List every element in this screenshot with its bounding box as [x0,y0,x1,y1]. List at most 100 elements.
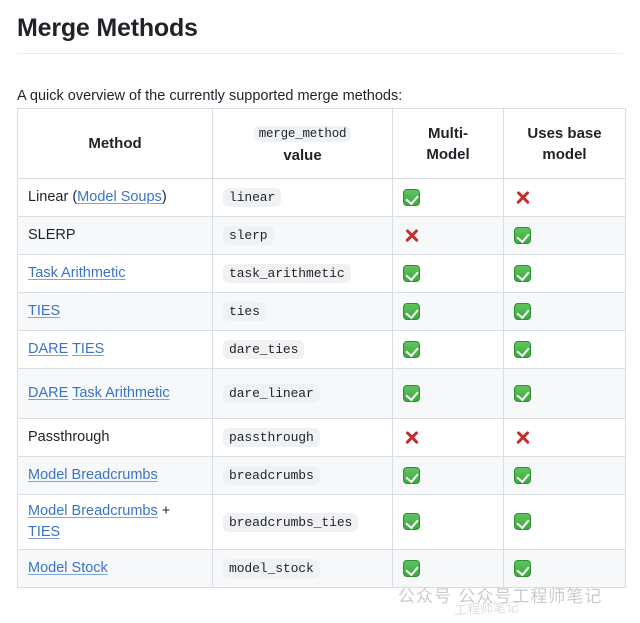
cell-multi-model [393,457,504,495]
merge-method-value-chip: dare_linear [223,384,320,403]
cell-merge-method-value: breadcrumbs_ties [213,495,393,550]
merge-method-value-chip: dare_ties [223,340,304,359]
column-header-uses-base-model-line2: model [514,144,615,165]
check-square-icon [514,385,531,402]
check-square-icon [514,303,531,320]
method-link[interactable]: DARE [28,385,68,401]
cell-method: Task Arithmetic [18,255,213,293]
cell-multi-model [393,369,504,419]
column-header-multi-model-line2: Model [403,144,493,165]
cell-multi-model [393,217,504,255]
method-link[interactable]: Task Arithmetic [72,385,170,401]
cell-uses-base-model [504,457,626,495]
check-square-icon [514,227,531,244]
cell-uses-base-model [504,369,626,419]
method-link[interactable]: Model Breadcrumbs [28,467,158,483]
cell-method: SLERP [18,217,213,255]
check-square-icon [514,265,531,282]
table-row: Model Stock model_stock [18,550,626,588]
merge-method-value-chip: task_arithmetic [223,264,351,283]
title-divider [17,53,623,54]
cell-uses-base-model [504,495,626,550]
cell-method: Linear (Model Soups) [18,179,213,217]
column-header-multi-model[interactable]: Multi- Model [393,109,504,179]
column-header-uses-base-model[interactable]: Uses base model [504,109,626,179]
table-row: SLERP slerp [18,217,626,255]
table-row: Task Arithmetic task_arithmetic [18,255,626,293]
watermark-text-secondary: 工程师笔记 [454,596,520,618]
table-row: Linear (Model Soups) linear [18,179,626,217]
column-header-method-label: Method [88,135,141,152]
check-square-icon [403,265,420,282]
cell-method: Passthrough [18,419,213,457]
method-link[interactable]: Model Stock [28,560,108,576]
cell-merge-method-value: breadcrumbs [213,457,393,495]
method-link[interactable]: TIES [28,303,60,319]
cell-method: Model Stock [18,550,213,588]
cell-merge-method-value: passthrough [213,419,393,457]
cell-method: Model Breadcrumbs [18,457,213,495]
page-title: Merge Methods [17,12,198,44]
document-page: Merge Methods A quick overview of the cu… [0,0,640,623]
check-square-icon [403,467,420,484]
method-text: ) [162,189,167,205]
check-square-icon [514,560,531,577]
merge-methods-table: Method merge_method value Multi- Model U… [17,108,626,588]
cell-merge-method-value: ties [213,293,393,331]
merge-method-value-chip: linear [223,188,281,207]
method-link[interactable]: TIES [28,524,60,540]
table-header: Method merge_method value Multi- Model U… [18,109,626,179]
method-text: SLERP [28,227,76,243]
cell-merge-method-value: task_arithmetic [213,255,393,293]
method-text: Linear ( [28,189,77,205]
check-square-icon [403,189,420,206]
cell-multi-model [393,255,504,293]
cell-uses-base-model [504,550,626,588]
method-link[interactable]: DARE [28,341,68,357]
table-row: TIES ties [18,293,626,331]
cell-method: TIES [18,293,213,331]
cell-method: DARE TIES [18,331,213,369]
table-row: Model Breadcrumbs + TIES breadcrumbs_ties [18,495,626,550]
cell-multi-model [393,550,504,588]
check-square-icon [514,513,531,530]
merge-method-value-chip: slerp [223,226,274,245]
cell-merge-method-value: dare_ties [213,331,393,369]
check-square-icon [514,467,531,484]
method-text: Passthrough [28,429,109,445]
merge-method-value-chip: breadcrumbs [223,466,320,485]
column-header-value-label: value [223,145,382,166]
cell-method: DARE Task Arithmetic [18,369,213,419]
cell-merge-method-value: slerp [213,217,393,255]
method-link[interactable]: Model Breadcrumbs [28,503,158,519]
cell-uses-base-model [504,179,626,217]
cell-multi-model [393,179,504,217]
method-link[interactable]: Task Arithmetic [28,265,126,281]
column-header-uses-base-model-line1: Uses base [514,123,615,144]
cell-uses-base-model [504,255,626,293]
intro-paragraph: A quick overview of the currently suppor… [17,85,402,107]
cross-mark-icon [403,227,420,244]
cell-uses-base-model [504,331,626,369]
column-header-merge-method-value[interactable]: merge_method value [213,109,393,179]
cell-multi-model [393,419,504,457]
cell-multi-model [393,331,504,369]
cross-mark-icon [514,189,531,206]
check-square-icon [514,341,531,358]
method-link[interactable]: TIES [72,341,104,357]
merge-method-value-chip: ties [223,302,266,321]
cell-uses-base-model [504,419,626,457]
column-header-method[interactable]: Method [18,109,213,179]
table-row: Model Breadcrumbs breadcrumbs [18,457,626,495]
method-text: + [158,503,171,519]
cross-mark-icon [514,429,531,446]
table-row: DARE Task Arithmetic dare_linear [18,369,626,419]
column-header-multi-model-line1: Multi- [403,123,493,144]
merge-method-value-chip: breadcrumbs_ties [223,513,358,532]
merge-methods-table-wrapper: Method merge_method value Multi- Model U… [17,108,625,588]
cell-merge-method-value: model_stock [213,550,393,588]
cell-merge-method-value: linear [213,179,393,217]
check-square-icon [403,303,420,320]
method-link[interactable]: Model Soups [77,189,162,205]
cell-multi-model [393,495,504,550]
